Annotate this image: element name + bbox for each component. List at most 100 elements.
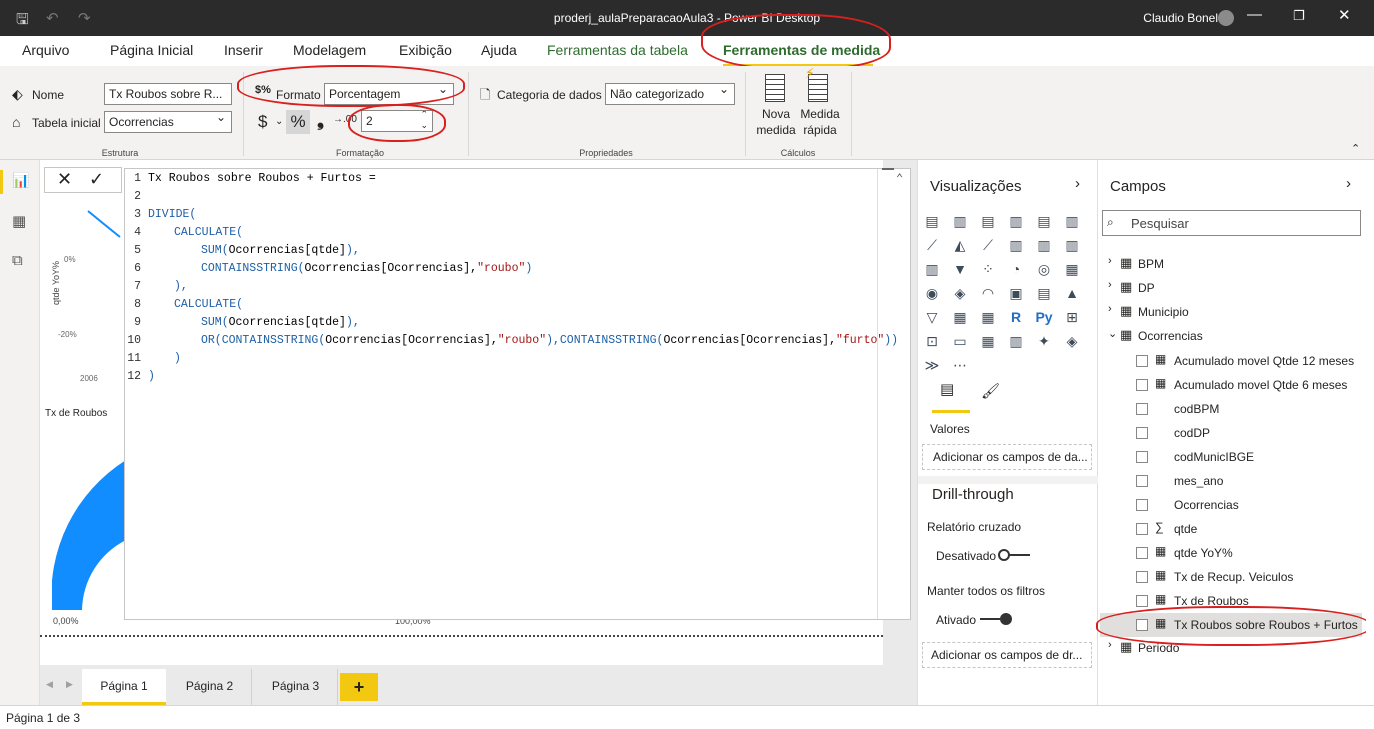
- arcgis-icon[interactable]: ≫: [923, 356, 941, 374]
- field-item[interactable]: codMunicIBGE: [1098, 445, 1366, 469]
- cruzado-toggle[interactable]: [998, 549, 1030, 561]
- qa-icon[interactable]: ▭: [951, 332, 969, 350]
- collapse-editor-icon[interactable]: ⌃: [896, 171, 903, 186]
- key-influencers-icon[interactable]: ⊞: [1063, 308, 1081, 326]
- tab-pagina-1[interactable]: Página 1: [82, 669, 166, 705]
- currency-button[interactable]: $: [258, 112, 267, 132]
- chevron-right-icon[interactable]: ›: [1075, 175, 1080, 192]
- dax-editor[interactable]: ⌃ 1 2 3 4 5 6 7 8 9 10 11 12 Tx Roubos sobre Roubos…: [124, 168, 911, 620]
- 100-column-icon[interactable]: ▥: [1063, 212, 1081, 230]
- treemap-icon[interactable]: ▦: [1063, 260, 1081, 278]
- avatar[interactable]: [1218, 10, 1234, 26]
- field-checkbox[interactable]: [1136, 499, 1148, 511]
- percent-button[interactable]: %: [286, 110, 310, 134]
- r-visual-icon[interactable]: R: [1007, 308, 1025, 326]
- area-icon[interactable]: ◭: [951, 236, 969, 254]
- chevron-right-icon[interactable]: ›: [1108, 639, 1112, 651]
- donut-icon[interactable]: ◎: [1035, 260, 1053, 278]
- chevron-down-icon[interactable]: ⌄: [1108, 327, 1117, 340]
- nova-medida-button[interactable]: Nova medida: [753, 106, 799, 138]
- manter-toggle[interactable]: [980, 613, 1012, 625]
- chevron-right-icon[interactable]: ›: [1108, 303, 1112, 315]
- close-icon[interactable]: ✕: [1338, 6, 1351, 24]
- categoria-select[interactable]: Não categorizado: [605, 83, 735, 105]
- more-icon[interactable]: ⋯: [951, 356, 969, 374]
- drill-dropzone[interactable]: Adicionar os campos de dr...: [922, 642, 1092, 668]
- field-checkbox[interactable]: [1136, 379, 1148, 391]
- nome-input[interactable]: Tx Roubos sobre R...: [104, 83, 232, 105]
- line-column-icon[interactable]: ▥: [1007, 236, 1025, 254]
- clustered-column-icon[interactable]: ▥: [1007, 212, 1025, 230]
- prev-page-icon[interactable]: ◀: [46, 679, 53, 690]
- multi-card-icon[interactable]: ▤: [1035, 284, 1053, 302]
- scroll-thumb[interactable]: [882, 168, 894, 170]
- table-bpm[interactable]: › ▦ BPM: [1098, 253, 1366, 277]
- field-checkbox[interactable]: [1136, 595, 1148, 607]
- menu-arquivo[interactable]: Arquivo: [22, 42, 69, 58]
- collapse-ribbon-icon[interactable]: ⌃: [1351, 142, 1360, 155]
- menu-exibicao[interactable]: Exibição: [399, 42, 452, 58]
- chevron-right-icon[interactable]: ›: [1108, 279, 1112, 291]
- field-checkbox[interactable]: [1136, 571, 1148, 583]
- pie-icon[interactable]: ◔: [1007, 260, 1025, 278]
- field-checkbox[interactable]: [1136, 355, 1148, 367]
- decomposition-tree-icon[interactable]: ⊡: [923, 332, 941, 350]
- line-icon[interactable]: ⟋: [923, 236, 941, 254]
- menu-ferramentas-tabela[interactable]: Ferramentas da tabela: [547, 42, 688, 58]
- stacked-bar-icon[interactable]: ▤: [923, 212, 941, 230]
- field-item[interactable]: ∑ qtde: [1098, 517, 1366, 541]
- filled-map-icon[interactable]: ◈: [951, 284, 969, 302]
- chevron-right-icon[interactable]: ›: [1108, 255, 1112, 267]
- gauge-icon[interactable]: ◠: [979, 284, 997, 302]
- funnel-icon[interactable]: ▼: [951, 260, 969, 278]
- valores-dropzone[interactable]: Adicionar os campos de da...: [922, 444, 1092, 470]
- map-icon[interactable]: ◉: [923, 284, 941, 302]
- slicer-icon[interactable]: ▽: [923, 308, 941, 326]
- menu-ajuda[interactable]: Ajuda: [481, 42, 517, 58]
- field-checkbox[interactable]: [1136, 475, 1148, 487]
- fields-well-icon[interactable]: ▤: [940, 380, 954, 398]
- table-dp[interactable]: › ▦ DP: [1098, 277, 1366, 301]
- field-item[interactable]: ▦ Acumulado movel Qtde 6 meses: [1098, 373, 1366, 397]
- calculator-icon[interactable]: [765, 74, 785, 102]
- waterfall-icon[interactable]: ▥: [923, 260, 941, 278]
- card-icon[interactable]: ▣: [1007, 284, 1025, 302]
- kpi-icon[interactable]: ▲: [1063, 284, 1081, 302]
- minimize-icon[interactable]: —: [1247, 6, 1262, 23]
- matrix-icon[interactable]: ▦: [979, 308, 997, 326]
- clustered-bar-icon[interactable]: ▤: [979, 212, 997, 230]
- field-checkbox[interactable]: [1136, 523, 1148, 535]
- paginated-icon[interactable]: ▥: [1007, 332, 1025, 350]
- search-input[interactable]: ⌕ Pesquisar: [1102, 210, 1361, 236]
- power-automate-icon[interactable]: ◈: [1063, 332, 1081, 350]
- stacked-column-icon[interactable]: ▥: [951, 212, 969, 230]
- format-paint-icon[interactable]: 🖌: [981, 382, 1000, 400]
- commit-icon[interactable]: ✓: [89, 169, 104, 190]
- chevron-right-icon[interactable]: ›: [1346, 175, 1351, 192]
- power-apps-icon[interactable]: ✦: [1035, 332, 1053, 350]
- chevron-down-icon[interactable]: ⌄: [275, 116, 283, 127]
- menu-inserir[interactable]: Inserir: [224, 42, 263, 58]
- field-item[interactable]: codBPM: [1098, 397, 1366, 421]
- tabela-select[interactable]: Ocorrencias: [104, 111, 232, 133]
- field-checkbox[interactable]: [1136, 547, 1148, 559]
- restore-icon[interactable]: ❐: [1293, 8, 1305, 24]
- table-ocorrencias[interactable]: ⌄ ▦ Ocorrencias: [1098, 325, 1366, 349]
- data-view-icon[interactable]: ▦: [12, 212, 26, 230]
- field-item[interactable]: codDP: [1098, 421, 1366, 445]
- report-view-icon[interactable]: 📊: [12, 172, 29, 189]
- scatter-icon[interactable]: ⁘: [979, 260, 997, 278]
- smart-narrative-icon[interactable]: ▦: [979, 332, 997, 350]
- editor-scroll-area[interactable]: ⌃: [877, 168, 910, 619]
- field-checkbox[interactable]: [1136, 403, 1148, 415]
- next-page-icon[interactable]: ▶: [66, 679, 73, 690]
- tab-pagina-3[interactable]: Página 3: [254, 669, 338, 705]
- table-municipio[interactable]: › ▦ Municipio: [1098, 301, 1366, 325]
- add-page-button[interactable]: +: [340, 673, 378, 701]
- line-clustered-icon[interactable]: ▥: [1035, 236, 1053, 254]
- field-checkbox[interactable]: [1136, 451, 1148, 463]
- field-item[interactable]: ▦ qtde YoY%: [1098, 541, 1366, 565]
- menu-pagina-inicial[interactable]: Página Inicial: [110, 42, 193, 58]
- field-item[interactable]: ▦ Tx de Recup. Veiculos: [1098, 565, 1366, 589]
- medida-rapida-button[interactable]: Medida rápida: [797, 106, 843, 138]
